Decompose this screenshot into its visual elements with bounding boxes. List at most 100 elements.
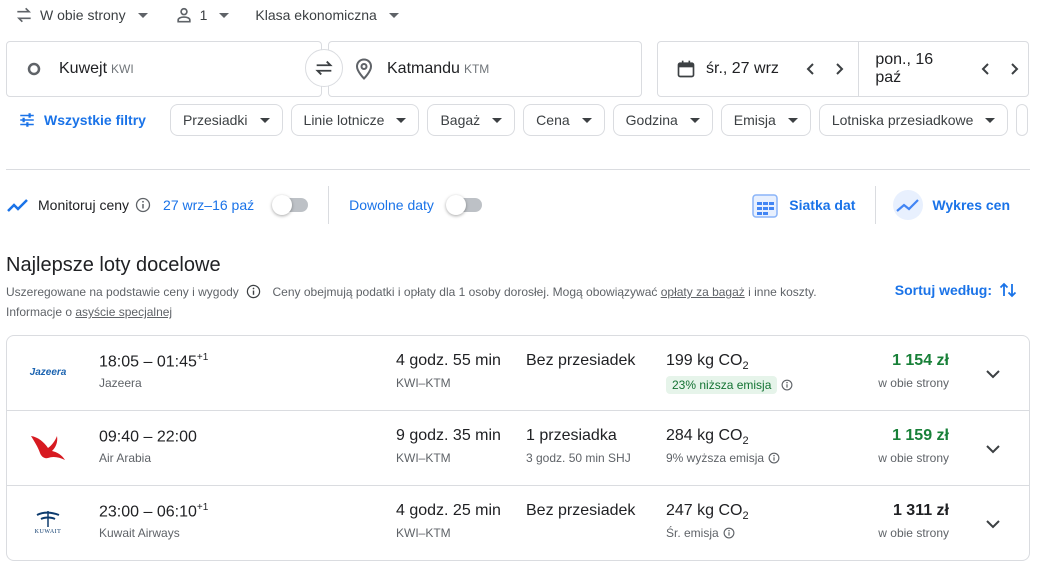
swap-arrows-icon (16, 7, 32, 23)
all-filters-button[interactable]: Wszystkie filtry (6, 111, 158, 129)
baggage-fees-link[interactable]: opłaty za bagaż (661, 285, 745, 299)
origin-field[interactable]: Kuwejt KWI (6, 41, 322, 97)
depart-date: śr., 27 wrz (706, 60, 779, 77)
expand-flight-button[interactable] (979, 510, 1007, 538)
next-return-date-button[interactable] (1000, 55, 1028, 83)
tracked-date-range: 27 wrz–16 paź (163, 197, 255, 213)
any-dates-toggle[interactable] (445, 195, 482, 215)
price-tracking-row: Monitoruj ceny 27 wrz–16 paź Dowolne dat… (6, 186, 1030, 224)
flight-duration: 9 godz. 35 min (396, 427, 501, 444)
chevron-down-icon (259, 117, 270, 123)
divider (6, 169, 1030, 170)
depart-date-segment[interactable]: śr., 27 wrz (658, 42, 858, 96)
trip-type-select[interactable]: W obie strony (14, 5, 148, 25)
arrive-time: 06:10 (156, 503, 197, 521)
price-graph-icon (893, 190, 924, 220)
date-grid-icon (752, 194, 779, 218)
person-icon (176, 7, 191, 23)
chevron-down-icon (492, 117, 503, 123)
prev-depart-date-button[interactable] (797, 55, 825, 83)
passengers-select[interactable]: 1 (174, 5, 230, 25)
depart-time: 18:05 (99, 353, 140, 371)
info-icon[interactable] (246, 284, 261, 299)
co2-emissions: 284 kg CO2 (666, 427, 749, 447)
info-icon[interactable] (723, 527, 735, 539)
filter-chip-connecting-airports[interactable]: Lotniska przesiadkowe (818, 104, 1009, 136)
return-date: pon., 16 paź (875, 51, 934, 86)
flight-row[interactable]: KUWAIT 23:00 – 06:10+1 Kuwait Airways 4 … (7, 486, 1029, 560)
chip-label: Bagaż (440, 112, 481, 128)
filter-chip-bags[interactable]: Bagaż (427, 104, 516, 136)
flight-route: KWI–KTM (396, 376, 451, 390)
track-prices-label: Monitoruj ceny (38, 197, 130, 213)
flight-row[interactable]: 09:40 – 22:00 Air Arabia 9 godz. 35 min … (7, 411, 1029, 486)
sort-label: Sortuj według: (894, 282, 992, 298)
kuwait-airways-emblem-icon (36, 511, 60, 527)
section-notes: Uszeregowane na podstawie ceny i wygody … (6, 282, 886, 322)
info-icon[interactable] (135, 197, 151, 213)
arrive-time: 01:45 (156, 353, 197, 371)
price-type: w obie strony (878, 526, 949, 540)
co2-subscript: 2 (742, 435, 749, 448)
chip-label: Cena (536, 112, 570, 128)
next-depart-date-button[interactable] (825, 55, 853, 83)
assistance-note: Informacje o (6, 305, 76, 319)
emission-label: 23% niższa emisja (666, 376, 778, 394)
co2-emissions: 247 kg CO2 (666, 502, 749, 522)
info-icon[interactable] (781, 379, 793, 391)
calendar-icon (677, 60, 695, 78)
price-graph-button[interactable]: Wykres cen (892, 189, 1010, 221)
filter-chip-stops[interactable]: Przesiadki (169, 104, 283, 136)
destination-code: KTM (463, 62, 490, 76)
origin-code: KWI (111, 62, 134, 76)
filter-chip-emissions[interactable]: Emisja (720, 104, 811, 136)
cabin-class-select[interactable]: Klasa ekonomiczna (255, 7, 399, 23)
date-grid-label: Siatka dat (789, 197, 856, 213)
chevron-down-icon (396, 117, 407, 123)
date-grid-button[interactable]: Siatka dat (751, 191, 855, 219)
price-graph-label: Wykres cen (932, 197, 1010, 213)
track-prices-toggle[interactable] (272, 195, 309, 215)
chevron-right-icon (836, 63, 844, 75)
prev-return-date-button[interactable] (973, 55, 1001, 83)
sort-button[interactable]: Sortuj według: (895, 280, 1018, 300)
chevron-down-icon (137, 12, 148, 18)
filter-chip-times[interactable]: Godzina (612, 104, 713, 136)
expand-flight-button[interactable] (979, 435, 1007, 463)
destination-city: Katmandu (387, 60, 460, 77)
expand-flight-button[interactable] (979, 360, 1007, 388)
destination-field[interactable]: Katmandu KTM (328, 41, 642, 97)
airline-name: Jazeera (99, 376, 142, 390)
co2-emissions: 199 kg CO2 (666, 352, 749, 372)
flight-times: 09:40 – 22:00 (99, 428, 197, 446)
info-icon[interactable] (768, 452, 780, 464)
cabin-class-label: Klasa ekonomiczna (255, 7, 377, 23)
special-assistance-link[interactable]: asyście specjalnej (75, 305, 172, 319)
flight-row[interactable]: Jazeera 18:05 – 01:45+1 Jazeera 4 godz. … (7, 336, 1029, 411)
co2-value: 199 kg CO (666, 352, 743, 369)
chevron-down-icon (388, 12, 399, 18)
emission-label: 9% wyższa emisja (666, 451, 765, 465)
kuwait-airways-logo: KUWAIT (27, 506, 69, 538)
ranking-note: Uszeregowane na podstawie ceny i wygody (6, 285, 239, 299)
filter-bar: Wszystkie filtry Przesiadki Linie lotnic… (6, 104, 1029, 136)
passengers-count: 1 (199, 7, 208, 23)
arrive-time: 22:00 (156, 428, 197, 446)
chevron-down-icon (689, 117, 700, 123)
swap-locations-button[interactable] (305, 49, 343, 87)
emission-badge: 23% niższa emisja (666, 376, 793, 394)
flight-stops: Bez przesiadek (526, 502, 636, 519)
price-note-end: i inne koszty. (744, 285, 817, 299)
flight-price: 1 159 zł (892, 427, 949, 444)
filter-chip-price[interactable]: Cena (523, 104, 605, 136)
flight-results-list: Jazeera 18:05 – 01:45+1 Jazeera 4 godz. … (6, 335, 1030, 561)
flight-stops: 1 przesiadka (526, 427, 617, 444)
swap-icon (315, 60, 333, 76)
co2-subscript: 2 (742, 510, 749, 523)
emission-label: Śr. emisja (666, 526, 719, 540)
filter-chip-airlines[interactable]: Linie lotnicze (290, 104, 420, 136)
filter-chip-more[interactable] (1016, 104, 1029, 136)
air-arabia-logo (27, 431, 69, 463)
sort-arrows-icon (999, 282, 1017, 298)
return-date-segment[interactable]: pon., 16 paź (859, 42, 1028, 96)
